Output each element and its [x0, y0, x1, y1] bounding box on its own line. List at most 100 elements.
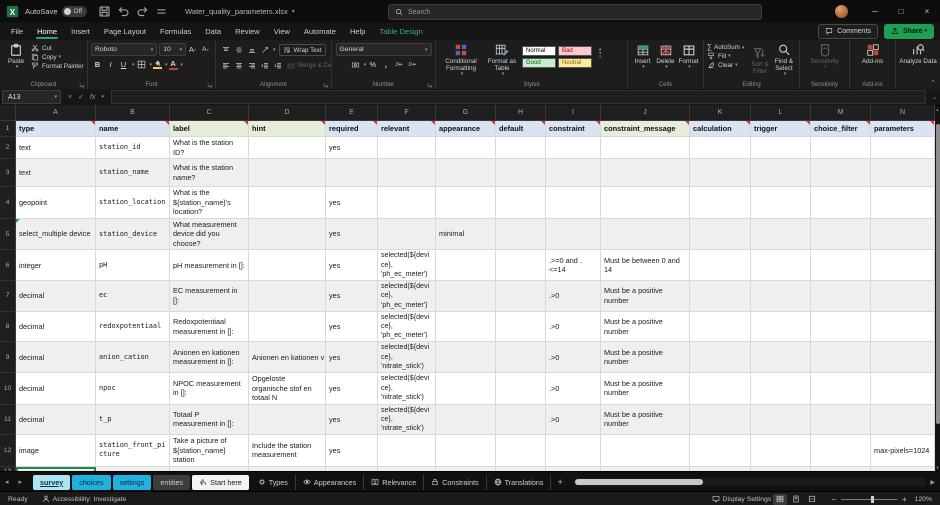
format-cells-button[interactable]: Format▾ [677, 43, 700, 71]
page-break-view-button[interactable] [805, 494, 819, 505]
cell-A1[interactable]: type [16, 121, 96, 137]
account-avatar[interactable] [835, 5, 848, 18]
normal-view-button[interactable] [773, 494, 787, 505]
analyze-data-button[interactable]: Analyze Data [899, 43, 937, 65]
collapse-ribbon-button[interactable]: ⌃ [930, 79, 936, 87]
cell-I4[interactable] [546, 187, 601, 219]
cell-F1[interactable]: relevant [378, 121, 436, 137]
cell-J6[interactable]: Must be between 0 and 14 [601, 250, 690, 281]
fill-color-button[interactable] [153, 60, 162, 69]
cell-I10[interactable]: .>0 [546, 373, 601, 404]
cell-N1[interactable]: parameters [871, 121, 935, 137]
col-header-I[interactable]: I [546, 105, 601, 121]
cell-A7[interactable]: decimal [16, 281, 96, 312]
cell-L2[interactable] [751, 137, 811, 159]
paste-button[interactable]: Paste ▾ [3, 43, 29, 71]
cell-H12[interactable] [496, 435, 546, 466]
name-box[interactable]: A13▾ [2, 90, 61, 104]
cell-K9[interactable] [690, 342, 751, 373]
sheet-tab-types[interactable]: Types [251, 475, 296, 490]
cell-J11[interactable]: Must be a positive number [601, 405, 690, 436]
col-header-J[interactable]: J [601, 105, 690, 121]
save-button[interactable] [98, 5, 111, 18]
cell-style-normal[interactable]: Normal [522, 46, 556, 56]
comma-style-button[interactable]: , [380, 59, 391, 70]
zoom-slider[interactable] [841, 499, 897, 500]
cell-M12[interactable] [811, 435, 871, 466]
sheet-tab-entities[interactable]: entities [153, 475, 190, 490]
cell-D3[interactable] [249, 159, 326, 187]
cell-B4[interactable]: station_location [96, 187, 170, 219]
sheet-tab-constraints[interactable]: Constraints [424, 475, 486, 490]
cell-H6[interactable] [496, 250, 546, 281]
cell-A3[interactable]: text [16, 159, 96, 187]
number-format-select[interactable]: General▾ [336, 43, 432, 56]
col-header-E[interactable]: E [326, 105, 378, 121]
share-button[interactable]: Share ▾ [884, 24, 934, 39]
cell-I8[interactable]: .>0 [546, 312, 601, 343]
autosave-toggle[interactable]: Off [62, 6, 88, 17]
cell-D1[interactable]: hint [249, 121, 326, 137]
menu-formulas[interactable]: Formulas [153, 22, 198, 40]
font-color-button[interactable]: A [169, 60, 178, 70]
cell-E8[interactable]: yes [326, 312, 378, 343]
cell-N7[interactable] [871, 281, 935, 312]
row-header-6[interactable]: 6 [0, 250, 16, 281]
cell-L8[interactable] [751, 312, 811, 343]
cell-F10[interactable]: selected(${device}, 'nitrate_stick') [378, 373, 436, 404]
align-middle-button[interactable] [233, 45, 244, 56]
cell-L11[interactable] [751, 405, 811, 436]
conditional-formatting-button[interactable]: Conditional Formatting▾ [439, 43, 483, 78]
cell-L3[interactable] [751, 159, 811, 187]
cell-N9[interactable] [871, 342, 935, 373]
find-select-button[interactable]: Find & Select▾ [772, 43, 796, 78]
vertical-scrollbar-thumb[interactable] [936, 124, 940, 424]
font-dialog-launcher[interactable] [207, 82, 213, 88]
cell-G7[interactable] [436, 281, 496, 312]
cell-N2[interactable] [871, 137, 935, 159]
cell-M1[interactable]: choice_filter [811, 121, 871, 137]
redo-button[interactable] [136, 5, 149, 18]
cell-F7[interactable]: selected(${device}, 'ph_ec_meter') [378, 281, 436, 312]
sensitivity-button[interactable]: Sensitivity▾ [803, 43, 846, 71]
cell-L4[interactable] [751, 187, 811, 219]
enter-formula-button[interactable]: ✓ [78, 93, 84, 101]
cell-G3[interactable] [436, 159, 496, 187]
font-size-select[interactable]: 10▾ [159, 43, 186, 56]
vertical-scrollbar[interactable]: ▲ ▼ [935, 106, 940, 471]
cell-I5[interactable] [546, 219, 601, 250]
italic-button[interactable]: I [105, 59, 116, 70]
cell-A9[interactable]: decimal [16, 342, 96, 373]
cell-L12[interactable] [751, 435, 811, 466]
zoom-in-button[interactable]: + [902, 495, 907, 504]
cell-B10[interactable]: npoc [96, 373, 170, 404]
orientation-button[interactable] [259, 45, 270, 56]
cell-I11[interactable]: .>0 [546, 405, 601, 436]
cell-F9[interactable]: selected(${device}, 'nitrate_stick') [378, 342, 436, 373]
new-sheet-button[interactable]: + [551, 477, 568, 487]
cell-B12[interactable]: station_front_picture [96, 435, 170, 466]
row-header-10[interactable]: 10 [0, 373, 16, 404]
search-box[interactable]: Search [388, 4, 762, 20]
cell-E2[interactable]: yes [326, 137, 378, 159]
col-header-N[interactable]: N [871, 105, 935, 121]
cell-D12[interactable]: Include the station measurement [249, 435, 326, 466]
format-painter-button[interactable]: Format Painter [31, 62, 84, 70]
cell-I7[interactable]: .>0 [546, 281, 601, 312]
cell-E1[interactable]: required [326, 121, 378, 137]
row-header-11[interactable]: 11 [0, 405, 16, 436]
menu-automate[interactable]: Automate [297, 22, 343, 40]
col-header-B[interactable]: B [96, 105, 170, 121]
cell-style-bad[interactable]: Bad [558, 46, 592, 56]
col-header-M[interactable]: M [811, 105, 871, 121]
cell-H3[interactable] [496, 159, 546, 187]
cell-J2[interactable] [601, 137, 690, 159]
cell-H7[interactable] [496, 281, 546, 312]
cell-A10[interactable]: decimal [16, 373, 96, 404]
align-left-button[interactable] [220, 60, 231, 71]
cell-B6[interactable]: pH [96, 250, 170, 281]
underline-button[interactable]: U [118, 59, 129, 70]
menu-help[interactable]: Help [343, 22, 372, 40]
cell-I3[interactable] [546, 159, 601, 187]
prev-sheet-button[interactable]: ◂ [0, 478, 14, 486]
